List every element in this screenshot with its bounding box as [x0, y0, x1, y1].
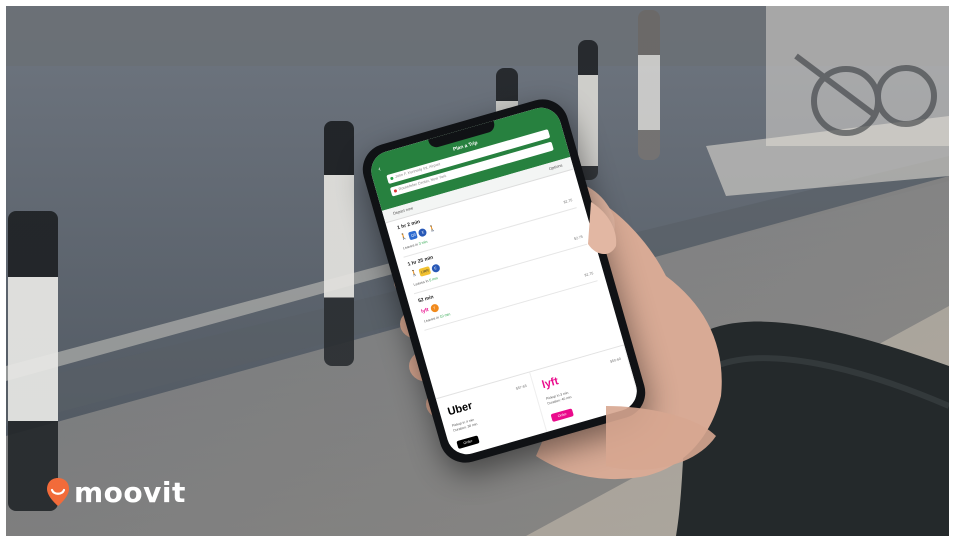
lyft-logo: lyft — [540, 375, 560, 392]
walk-icon: 🚶 — [399, 233, 409, 242]
uber-info: Pickup in 4 min Duration: 38 min — [451, 417, 478, 433]
moovit-logo: moovit — [46, 474, 186, 510]
uber-logo: Uber — [446, 399, 474, 419]
bollard-middle — [324, 121, 354, 366]
bollard-back-2 — [578, 40, 598, 180]
uber-order-button[interactable]: Order — [456, 435, 480, 450]
lyft-order-button[interactable]: Order — [550, 408, 574, 423]
lyft-price: $50-60 — [609, 356, 622, 364]
route-price: $2.75 — [584, 271, 594, 278]
moovit-wordmark: moovit — [74, 475, 186, 509]
origin-dot-icon — [390, 176, 394, 181]
route-price: $2.75 — [573, 234, 584, 241]
subway-icon: E — [418, 227, 428, 238]
subway-icon: E — [430, 263, 441, 274]
bus-icon: Q3 — [408, 230, 419, 241]
destination-dot-icon — [393, 189, 398, 193]
photo-scene: ‹ Plan a Trip John F. Kennedy Int. Airpo… — [6, 6, 949, 536]
route-price: $2.75 — [563, 198, 573, 205]
bollard-back-3 — [638, 10, 660, 160]
options-button[interactable]: Options — [548, 163, 563, 172]
walk-icon: 🚶 — [410, 270, 419, 279]
depart-now-dropdown[interactable]: Depart now — [392, 205, 413, 215]
lyft-icon: lyft — [420, 307, 430, 315]
route-steps: lyft 7 — [420, 302, 440, 316]
subway-icon: 7 — [429, 303, 440, 314]
train-icon: LIRR — [418, 266, 431, 277]
bollard-left — [8, 211, 58, 511]
walk-icon: 🚶 — [427, 225, 437, 234]
uber-price: $57-65 — [515, 383, 528, 391]
lyft-info: Pickup in 3 min Duration: 40 min — [545, 390, 573, 406]
moovit-pin-icon — [47, 478, 69, 506]
